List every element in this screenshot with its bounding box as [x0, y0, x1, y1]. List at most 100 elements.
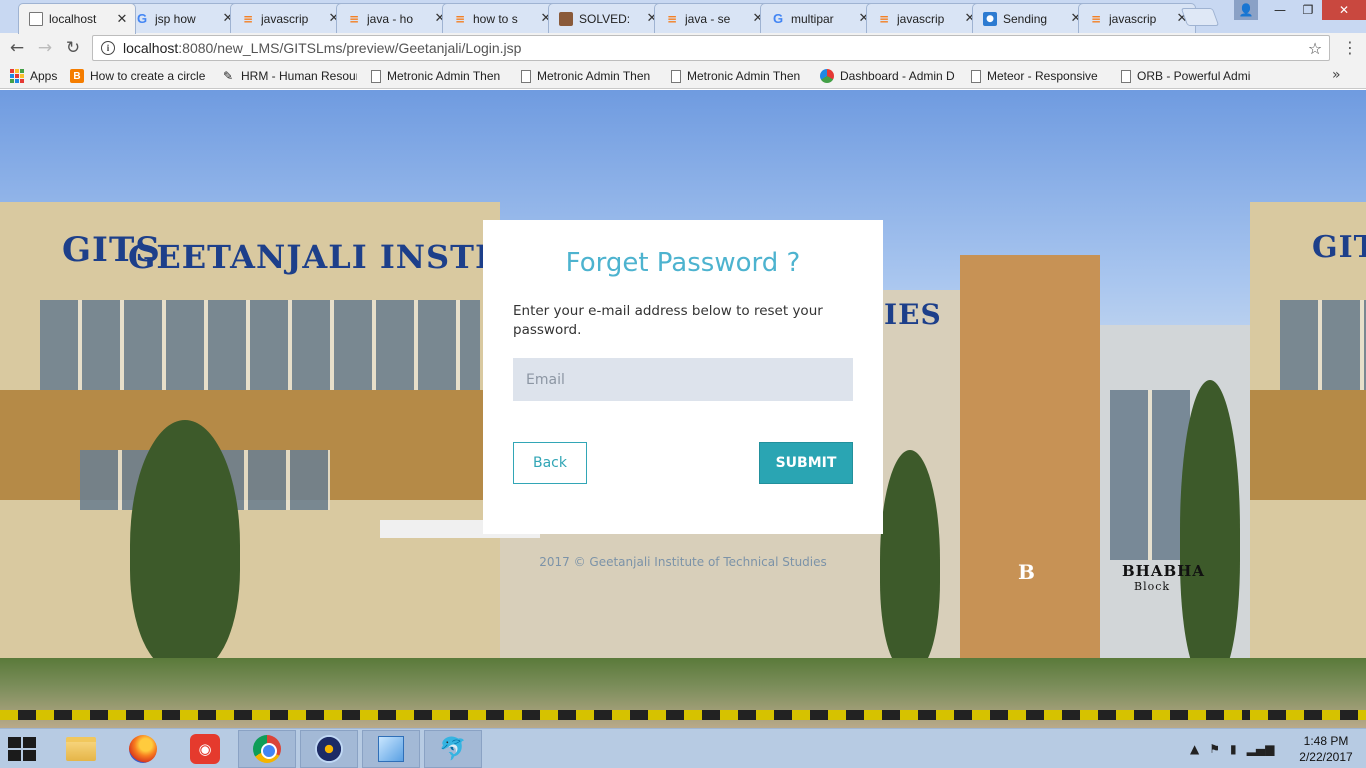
bookmark-dashboard[interactable]: Dashboard - Admin D	[820, 67, 958, 85]
bookmark-apps[interactable]: Apps	[10, 67, 57, 85]
bookmark-metronic-2[interactable]: Metronic Admin Then	[521, 67, 657, 85]
bookmark-label: Dashboard - Admin D	[840, 69, 955, 83]
restore-icon[interactable]: ❐	[1294, 0, 1322, 20]
tab-how-to-s[interactable]: ≡ how to s ✕	[442, 3, 560, 33]
google-icon: G	[772, 11, 784, 26]
google-icon: G	[136, 11, 148, 26]
bookmark-meteor[interactable]: Meteor - Responsive	[971, 67, 1107, 85]
back-arrow-icon[interactable]: ←	[5, 36, 29, 60]
forward-arrow-icon[interactable]: →	[33, 36, 57, 60]
taskbar-media[interactable]	[300, 730, 358, 768]
tab-localhost[interactable]: localhost ✕	[18, 3, 136, 34]
bookmark-hrm[interactable]: ✎ HRM - Human Resour	[221, 67, 357, 85]
tab-multipar[interactable]: G multipar ✕	[760, 3, 878, 33]
tab-strip: localhost ✕ G jsp how ✕ ≡ javascrip ✕ ≡ …	[0, 0, 1366, 34]
url-path: :8080/new_LMS/GITSLms/preview/Geetanjali…	[178, 40, 522, 56]
minimize-icon[interactable]: —	[1266, 0, 1294, 20]
tab-javascript-1[interactable]: ≡ javascrip ✕	[230, 3, 348, 33]
tab-java-se[interactable]: ≡ java - se ✕	[654, 3, 772, 33]
card-description: Enter your e-mail address below to reset…	[513, 303, 823, 338]
profile-icon[interactable]: 👤	[1234, 0, 1258, 20]
bookmark-label: HRM - Human Resour	[241, 69, 357, 83]
bookmark-orb[interactable]: ORB - Powerful Admi	[1121, 67, 1259, 85]
stackoverflow-icon: ≡	[348, 11, 360, 26]
tab-java-ho[interactable]: ≡ java - ho ✕	[336, 3, 454, 33]
tree	[130, 420, 240, 670]
blogger-icon: B	[70, 69, 84, 83]
institute-sign-right: IES	[884, 298, 942, 331]
page-icon	[971, 69, 981, 83]
stackoverflow-icon: ≡	[242, 11, 254, 26]
taskbar-cube-app[interactable]	[362, 730, 420, 768]
building-windows	[1280, 300, 1366, 390]
bookmark-label: Apps	[30, 69, 58, 83]
tab-sending[interactable]: ● Sending ✕	[972, 3, 1090, 33]
more-bookmarks-icon[interactable]: »	[1332, 67, 1341, 83]
tab-label: multipar	[791, 11, 834, 26]
stackoverflow-icon: ≡	[666, 11, 678, 26]
new-tab-button[interactable]	[1180, 8, 1220, 26]
menu-kebab-icon[interactable]: ⋮	[1340, 38, 1360, 58]
browser-toolbar: ← → ↻ i localhost:8080/new_LMS/GITSLms/p…	[0, 33, 1366, 63]
taskbar-red-app[interactable]: ◉	[176, 730, 234, 768]
window-close-icon[interactable]: ✕	[1322, 0, 1366, 20]
tab-javascript-3[interactable]: ≡ javascrip ✕	[1078, 3, 1196, 33]
tab-jsp-how[interactable]: G jsp how ✕	[124, 3, 242, 33]
tab-label: javascrip	[1109, 11, 1157, 26]
email-field[interactable]	[513, 358, 853, 401]
building-letter-sign: B	[1018, 560, 1036, 584]
bookmark-label: Meteor - Responsive	[987, 69, 1098, 83]
firefox-icon	[129, 735, 157, 763]
network-signal-icon[interactable]: ▂▄▆	[1247, 742, 1275, 756]
dolphin-icon: 🐬	[439, 736, 467, 762]
photo-icon	[559, 11, 573, 26]
taskbar-dolphin[interactable]: 🐬	[424, 730, 482, 768]
clock-date: 2/22/2017	[1299, 750, 1353, 764]
tower-building	[960, 255, 1100, 675]
dashboard-icon	[820, 69, 834, 83]
page-icon	[521, 69, 531, 83]
tray-expand-icon[interactable]: ▲	[1190, 742, 1199, 756]
cube-app-icon	[378, 736, 404, 762]
system-tray: ▲ ⚑ ▮ ▂▄▆	[1190, 739, 1274, 759]
tab-solved[interactable]: SOLVED: ✕	[548, 3, 666, 33]
windows-start-icon[interactable]	[8, 737, 38, 761]
bookmark-metronic-3[interactable]: Metronic Admin Then	[671, 67, 807, 85]
campus-background-repeat: GITS	[1250, 90, 1366, 728]
curb-stripe	[0, 710, 1250, 720]
tab-label: javascrip	[261, 11, 309, 26]
bookmark-circle[interactable]: B How to create a circle	[70, 67, 208, 85]
address-bar[interactable]: i localhost:8080/new_LMS/GITSLms/preview…	[92, 35, 1330, 61]
tab-label: Sending	[1003, 11, 1048, 26]
battery-icon[interactable]: ▮	[1230, 742, 1237, 756]
flag-icon[interactable]: ⚑	[1209, 742, 1220, 756]
submit-button[interactable]: SUBMIT	[759, 442, 853, 484]
tab-label: SOLVED:	[579, 11, 631, 26]
bookmark-label: ORB - Powerful Admi	[1137, 69, 1251, 83]
info-icon[interactable]: i	[101, 41, 115, 55]
page-icon	[371, 69, 381, 83]
page-viewport: GITS GEETANJALI INSTIT IES B BHABHA Bloc…	[0, 90, 1366, 728]
reload-icon[interactable]: ↻	[61, 36, 85, 60]
bookmark-star-icon[interactable]: ☆	[1303, 39, 1327, 58]
forget-password-card: Forget Password ? Enter your e-mail addr…	[483, 220, 883, 534]
taskbar-firefox[interactable]	[114, 730, 172, 768]
curb-stripe	[1250, 710, 1366, 720]
back-button[interactable]: Back	[513, 442, 587, 484]
tab-javascript-2[interactable]: ≡ javascrip ✕	[866, 3, 984, 33]
building-windows	[1110, 390, 1190, 560]
url-text[interactable]: localhost:8080/new_LMS/GITSLms/preview/G…	[123, 40, 1303, 56]
bookmark-label: Metronic Admin Then	[387, 69, 501, 83]
taskbar-file-explorer[interactable]	[52, 730, 110, 768]
taskbar-chrome[interactable]	[238, 730, 296, 768]
red-app-icon: ◉	[190, 734, 220, 764]
windows-taskbar: ◉ 🐬 ▲ ⚑ ▮ ▂▄▆ 1:48 PM 2/22/2017	[0, 728, 1366, 768]
chrome-icon	[253, 735, 281, 763]
building-band	[1250, 390, 1366, 500]
taskbar-clock[interactable]: 1:48 PM 2/22/2017	[1296, 733, 1356, 765]
blue-site-icon: ●	[983, 11, 997, 26]
apps-grid-icon	[10, 69, 24, 83]
block-sign: Block	[1134, 580, 1171, 593]
bookmark-metronic-1[interactable]: Metronic Admin Then	[371, 67, 507, 85]
close-icon[interactable]: ✕	[115, 12, 129, 27]
